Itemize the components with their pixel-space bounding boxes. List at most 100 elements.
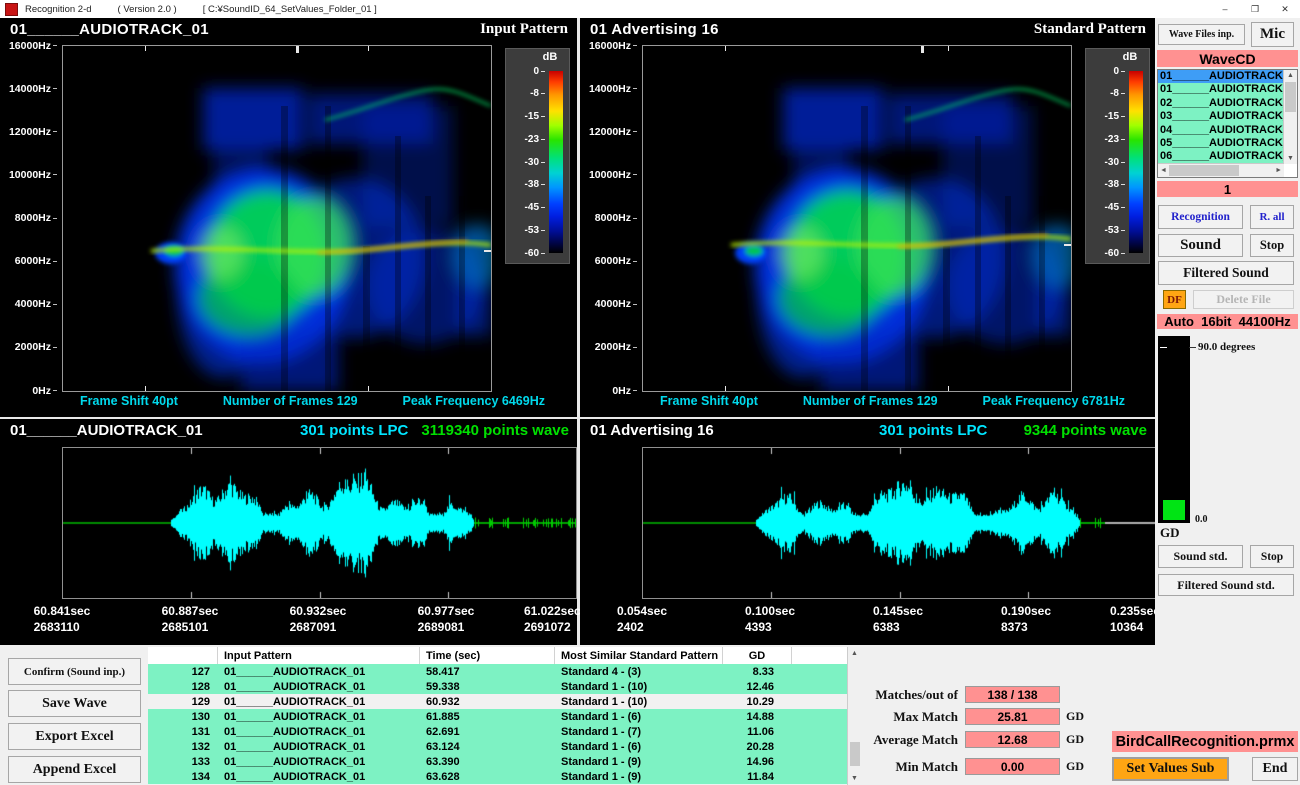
confirm-sound-input-button[interactable]: Confirm (Sound inp.) — [8, 658, 141, 685]
standard-pattern-badge: Standard Pattern — [1034, 21, 1146, 38]
time-tick: 0.190sec8373 — [1001, 603, 1051, 635]
title-bar: Recognition 2-d ( Version 2.0 ) [ C:¥Sou… — [0, 0, 1300, 18]
filtered-sound-button[interactable]: Filtered Sound — [1158, 261, 1294, 285]
track-list-horizontal-scrollbar[interactable]: ◄ ► — [1158, 163, 1284, 177]
freq-tick: 6000Hz — [580, 256, 637, 267]
standard-waveform-panel: 01 Advertising 16 301 points LPC 9344 po… — [580, 419, 1155, 645]
append-excel-button[interactable]: Append Excel — [8, 756, 141, 783]
sound-std-button[interactable]: Sound std. — [1158, 545, 1243, 568]
track-list-vertical-scrollbar[interactable]: ▲ ▼ — [1283, 70, 1297, 164]
wavecd-header: WaveCD — [1157, 50, 1298, 67]
table-row[interactable]: 132 01______AUDIOTRACK_01 63.124 Standar… — [148, 739, 848, 754]
header-input-pattern: Input Pattern — [218, 647, 420, 664]
parameter-file-display: BirdCallRecognition.prmx — [1112, 731, 1298, 752]
time-tick: 61.022sec2691072 — [524, 603, 581, 635]
time-tick: 0.235sec10364 — [1110, 603, 1160, 635]
scroll-up-icon[interactable]: ▲ — [1287, 72, 1294, 79]
scroll-up-icon[interactable]: ▲ — [851, 650, 858, 657]
freq-tick: 2000Hz — [0, 342, 57, 353]
standard-waveform-plot — [642, 447, 1157, 599]
sound-button[interactable]: Sound — [1158, 234, 1243, 257]
scroll-thumb[interactable] — [1285, 82, 1296, 112]
stop-button[interactable]: Stop — [1250, 234, 1294, 257]
frames-label: Number of Frames 129 — [223, 394, 358, 408]
standard-lpc-label: 301 points LPC — [879, 422, 987, 439]
track-list-item[interactable]: 02______AUDIOTRACK_01 — [1158, 97, 1284, 110]
df-button[interactable]: DF — [1163, 290, 1186, 309]
db-colorbar: dB 0-8-15-23-30-38-45-53-60 — [1085, 48, 1150, 264]
maximize-icon[interactable]: ❐ — [1240, 0, 1270, 18]
standard-wave-title: 01 Advertising 16 — [590, 422, 714, 439]
export-excel-button[interactable]: Export Excel — [8, 723, 141, 750]
max-match-value: 25.81 — [965, 708, 1060, 725]
db-tick: -15 — [506, 112, 545, 122]
minimize-icon[interactable]: – — [1210, 0, 1240, 18]
gd-unit-label: GD — [1066, 759, 1084, 774]
db-tick: -60 — [506, 248, 545, 258]
recognize-all-button[interactable]: R. all — [1250, 205, 1294, 229]
scroll-thumb[interactable] — [850, 742, 860, 766]
delete-file-button[interactable]: Delete File — [1193, 290, 1294, 309]
end-button[interactable]: End — [1252, 757, 1298, 781]
db-tick: -15 — [1086, 112, 1125, 122]
db-tick: 0 — [506, 66, 545, 76]
stop-std-button[interactable]: Stop — [1250, 545, 1294, 568]
table-row[interactable]: 134 01______AUDIOTRACK_01 63.628 Standar… — [148, 769, 848, 784]
table-row[interactable]: 127 01______AUDIOTRACK_01 58.417 Standar… — [148, 664, 848, 679]
db-ticks: 0-8-15-23-30-38-45-53-60 — [1086, 66, 1125, 258]
table-scrollbar[interactable]: ▲ ▼ — [847, 647, 862, 785]
time-tick: 60.841sec2683110 — [34, 603, 91, 635]
time-tick: 0.100sec4393 — [745, 603, 795, 635]
standard-points-label: 9344 points wave — [1024, 422, 1147, 439]
set-values-sub-button[interactable]: Set Values Sub — [1112, 757, 1229, 781]
peak-frequency-label: Peak Frequency 6781Hz — [983, 394, 1125, 408]
table-row[interactable]: 131 01______AUDIOTRACK_01 62.691 Standar… — [148, 724, 848, 739]
track-list[interactable]: ▲ ▼ ◄ ► 01______AUDIOTRACK_0101______AUD… — [1157, 69, 1298, 178]
scroll-right-icon[interactable]: ► — [1275, 167, 1282, 174]
track-list-item[interactable]: 06______AUDIOTRACK_01 — [1158, 150, 1284, 163]
track-list-item[interactable]: 03______AUDIOTRACK_01 — [1158, 110, 1284, 123]
table-row[interactable]: 129 01______AUDIOTRACK_01 60.932 Standar… — [148, 694, 848, 709]
scroll-down-icon[interactable]: ▼ — [1287, 155, 1294, 162]
track-list-item[interactable]: 01______AUDIOTRACK_01 — [1158, 83, 1284, 96]
close-icon[interactable]: ✕ — [1270, 0, 1300, 18]
db-gradient — [549, 71, 563, 253]
time-tick: 0.145sec6383 — [873, 603, 923, 635]
gauge-unit-label: GD — [1160, 525, 1180, 541]
freq-tick: 12000Hz — [0, 126, 57, 137]
filtered-sound-std-button[interactable]: Filtered Sound std. — [1158, 574, 1294, 596]
scroll-thumb[interactable] — [1169, 165, 1239, 176]
track-list-item[interactable]: 04______AUDIOTRACK_01 — [1158, 124, 1284, 137]
table-row[interactable]: 133 01______AUDIOTRACK_01 63.390 Standar… — [148, 754, 848, 769]
table-row[interactable]: 128 01______AUDIOTRACK_01 59.338 Standar… — [148, 679, 848, 694]
app-path: [ C:¥SoundID_64_SetValues_Folder_01 ] — [203, 4, 377, 15]
wave-files-input-button[interactable]: Wave Files inp. — [1158, 24, 1245, 45]
db-tick: 0 — [1086, 66, 1125, 76]
app-version: ( Version 2.0 ) — [118, 4, 177, 15]
header-gd: GD — [723, 647, 792, 664]
results-table-header: Input Pattern Time (sec) Most Similar St… — [148, 647, 848, 664]
track-list-item[interactable]: 05______AUDIOTRACK_01 — [1158, 137, 1284, 150]
standard-track-title: 01 Advertising 16 — [590, 21, 719, 38]
matches-value: 138 / 138 — [965, 686, 1060, 703]
freq-tick: 16000Hz — [580, 40, 637, 51]
table-row[interactable]: 130 01______AUDIOTRACK_01 61.885 Standar… — [148, 709, 848, 724]
scroll-left-icon[interactable]: ◄ — [1160, 167, 1167, 174]
db-tick: -8 — [1086, 89, 1125, 99]
input-waveform-plot — [62, 447, 577, 599]
db-tick: -53 — [1086, 225, 1125, 235]
scroll-down-icon[interactable]: ▼ — [851, 775, 858, 782]
db-gradient — [1129, 71, 1143, 253]
input-points-label: 3119340 points wave — [421, 422, 569, 439]
freq-tick: 0Hz — [0, 385, 57, 396]
db-tick: -53 — [506, 225, 545, 235]
save-wave-button[interactable]: Save Wave — [8, 690, 141, 717]
min-match-label: Min Match — [865, 759, 958, 775]
time-tick: 60.887sec2685101 — [162, 603, 219, 635]
min-match-stat-row: Min Match 0.00 GD — [865, 758, 1115, 775]
matches-label: Matches/out of — [865, 687, 958, 703]
recognition-button[interactable]: Recognition — [1158, 205, 1243, 229]
track-list-item[interactable]: 01______AUDIOTRACK_01 — [1158, 70, 1284, 83]
db-tick: -38 — [506, 180, 545, 190]
mic-button[interactable]: Mic — [1251, 22, 1294, 47]
